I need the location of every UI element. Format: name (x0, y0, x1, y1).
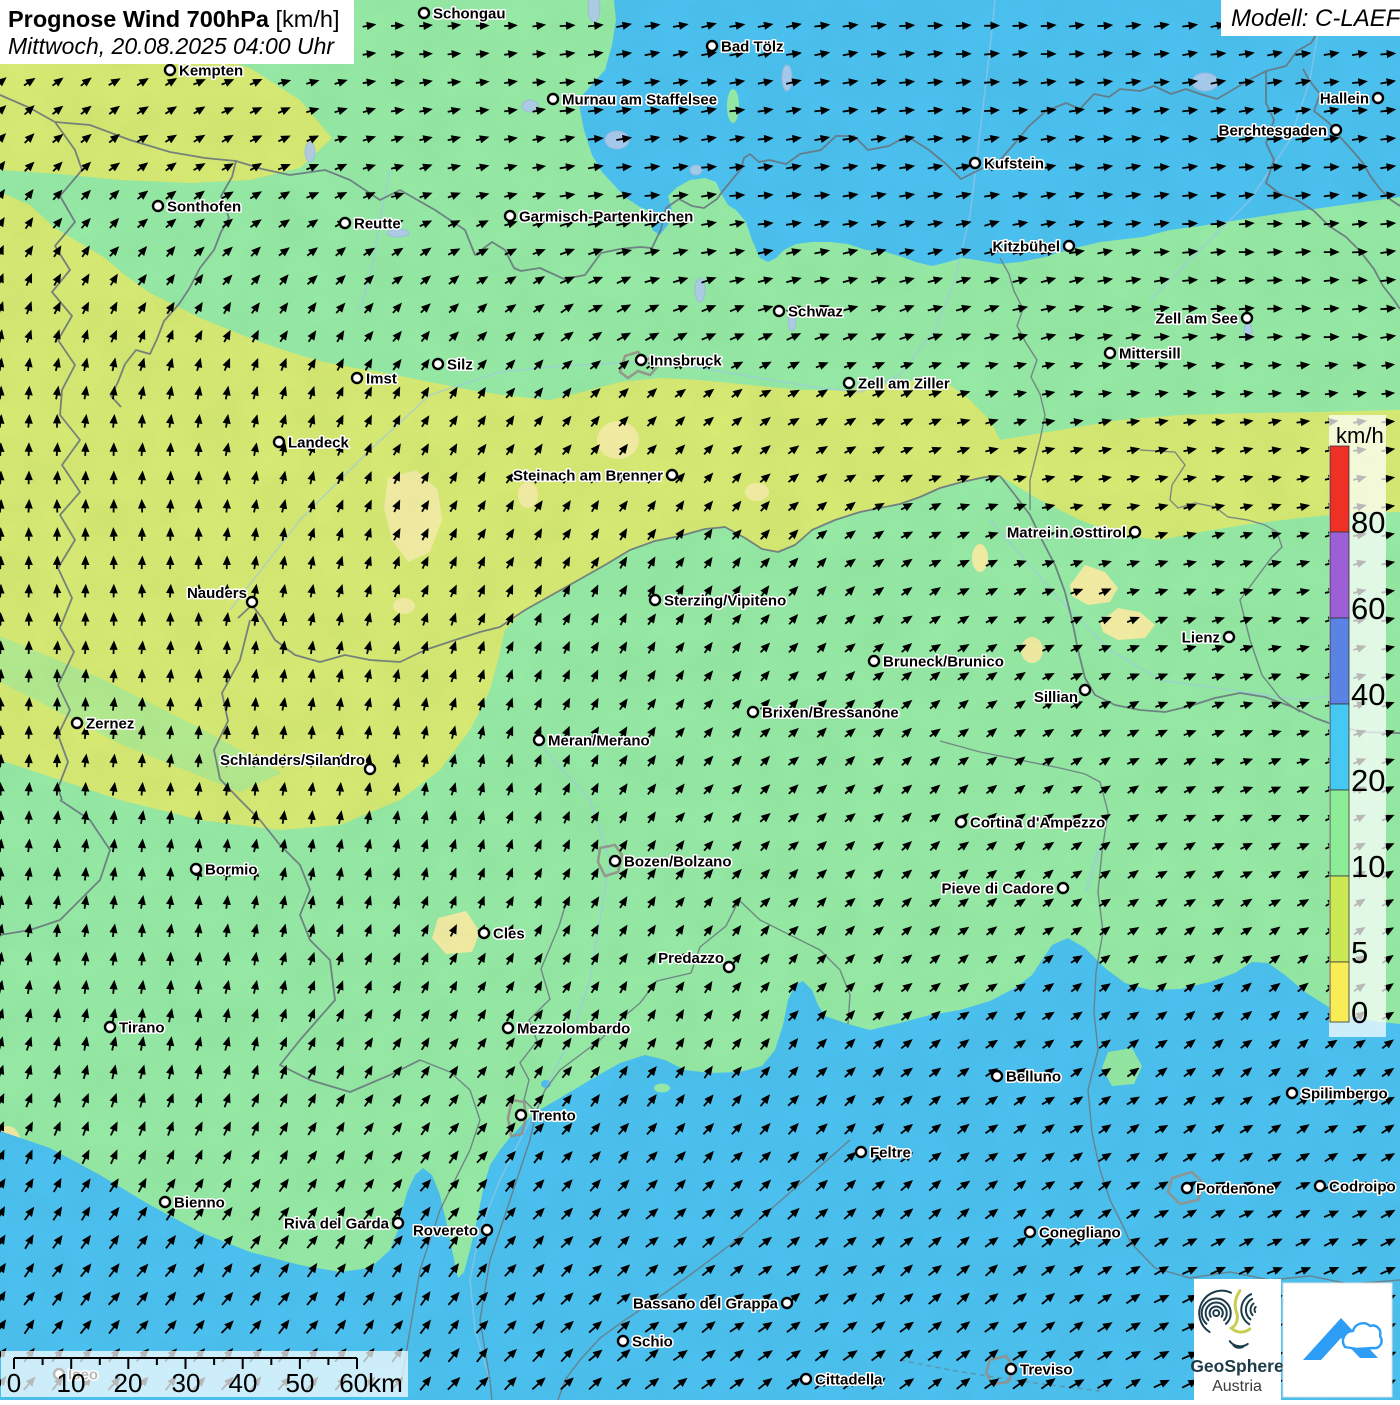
svg-text:Meran/Merano: Meran/Merano (548, 733, 650, 750)
svg-text:Bad Tölz: Bad Tölz (721, 39, 784, 56)
svg-text:Treviso: Treviso (1020, 1362, 1073, 1379)
svg-text:Feltre: Feltre (870, 1145, 911, 1162)
svg-text:Trento: Trento (530, 1108, 576, 1125)
svg-text:10: 10 (1351, 849, 1385, 884)
svg-text:Riva del Garda: Riva del Garda (284, 1216, 390, 1233)
svg-text:Lienz: Lienz (1182, 630, 1220, 647)
svg-text:Berchtesgaden: Berchtesgaden (1219, 123, 1327, 140)
svg-text:Bormio: Bormio (205, 862, 258, 879)
svg-text:Pieve di Cadore: Pieve di Cadore (941, 881, 1054, 898)
svg-text:Pordenone: Pordenone (1196, 1181, 1274, 1198)
svg-text:Cles: Cles (493, 926, 525, 943)
svg-text:Garmisch-Partenkirchen: Garmisch-Partenkirchen (519, 209, 693, 226)
svg-text:Spilimbergo: Spilimbergo (1301, 1086, 1388, 1103)
svg-text:Conegliano: Conegliano (1039, 1225, 1121, 1242)
svg-text:Reutte: Reutte (354, 216, 401, 233)
svg-text:Landeck: Landeck (288, 435, 350, 452)
svg-text:0: 0 (7, 1368, 21, 1398)
svg-text:Cittadella: Cittadella (815, 1372, 883, 1389)
svg-text:80: 80 (1351, 505, 1385, 540)
svg-text:Bassano del Grappa: Bassano del Grappa (633, 1296, 779, 1313)
svg-text:60km: 60km (339, 1368, 403, 1398)
svg-text:5: 5 (1351, 935, 1368, 970)
svg-text:Belluno: Belluno (1006, 1069, 1061, 1086)
svg-text:Zell am See: Zell am See (1155, 311, 1238, 328)
svg-text:Schwaz: Schwaz (788, 304, 843, 321)
svg-text:20: 20 (114, 1368, 143, 1398)
svg-text:Sillian: Sillian (1034, 689, 1078, 706)
svg-text:Silz: Silz (447, 357, 473, 374)
svg-text:0: 0 (1351, 995, 1368, 1030)
svg-text:GeoSphere: GeoSphere (1190, 1356, 1284, 1376)
svg-text:Codroipo: Codroipo (1329, 1179, 1396, 1196)
svg-text:Austria: Austria (1212, 1378, 1262, 1395)
svg-text:Schio: Schio (632, 1334, 673, 1351)
svg-text:20: 20 (1351, 763, 1385, 798)
svg-text:Sonthofen: Sonthofen (167, 199, 241, 216)
svg-text:10: 10 (57, 1368, 86, 1398)
svg-text:Bienno: Bienno (174, 1195, 225, 1212)
svg-text:Modell: C-LAEF: Modell: C-LAEF (1231, 5, 1400, 32)
svg-text:Steinach am Brenner: Steinach am Brenner (513, 468, 663, 485)
svg-text:30: 30 (172, 1368, 201, 1398)
svg-text:Nauders: Nauders (187, 585, 247, 602)
svg-text:40: 40 (229, 1368, 258, 1398)
svg-text:Murnau am Staffelsee: Murnau am Staffelsee (562, 92, 717, 109)
svg-text:60: 60 (1351, 591, 1385, 626)
svg-text:Mittersill: Mittersill (1119, 346, 1181, 363)
svg-text:Brixen/Bressanone: Brixen/Bressanone (762, 705, 899, 722)
svg-text:Mezzolombardo: Mezzolombardo (517, 1021, 630, 1038)
svg-text:Rovereto: Rovereto (413, 1223, 478, 1240)
svg-text:Bruneck/Brunico: Bruneck/Brunico (883, 654, 1004, 671)
svg-text:Imst: Imst (366, 371, 397, 388)
svg-text:Bozen/Bolzano: Bozen/Bolzano (624, 854, 732, 871)
svg-text:Sterzing/Vipiteno: Sterzing/Vipiteno (664, 593, 786, 610)
svg-text:km/h: km/h (1336, 423, 1384, 448)
svg-text:Innsbruck: Innsbruck (650, 353, 722, 370)
svg-text:Schongau: Schongau (433, 6, 506, 23)
svg-text:Kufstein: Kufstein (984, 156, 1044, 173)
svg-text:Mittwoch, 20.08.2025 04:00 Uhr: Mittwoch, 20.08.2025 04:00 Uhr (8, 33, 335, 59)
svg-text:Kempten: Kempten (179, 63, 243, 80)
svg-text:Schlanders/Silandro: Schlanders/Silandro (220, 752, 365, 769)
svg-text:Cortina d'Ampezzo: Cortina d'Ampezzo (970, 815, 1105, 832)
svg-text:50: 50 (286, 1368, 315, 1398)
svg-text:Matrei in Osttirol: Matrei in Osttirol (1007, 525, 1126, 542)
svg-text:Tirano: Tirano (119, 1020, 165, 1037)
svg-text:Kitzbühel: Kitzbühel (993, 239, 1061, 256)
svg-text:Hallein: Hallein (1320, 91, 1369, 108)
svg-text:Zernez: Zernez (86, 716, 134, 733)
svg-text:Prognose Wind 700hPa [km/h]: Prognose Wind 700hPa [km/h] (8, 6, 339, 32)
svg-text:Predazzo: Predazzo (658, 950, 724, 967)
svg-text:Zell am Ziller: Zell am Ziller (858, 376, 950, 393)
svg-text:40: 40 (1351, 677, 1385, 712)
